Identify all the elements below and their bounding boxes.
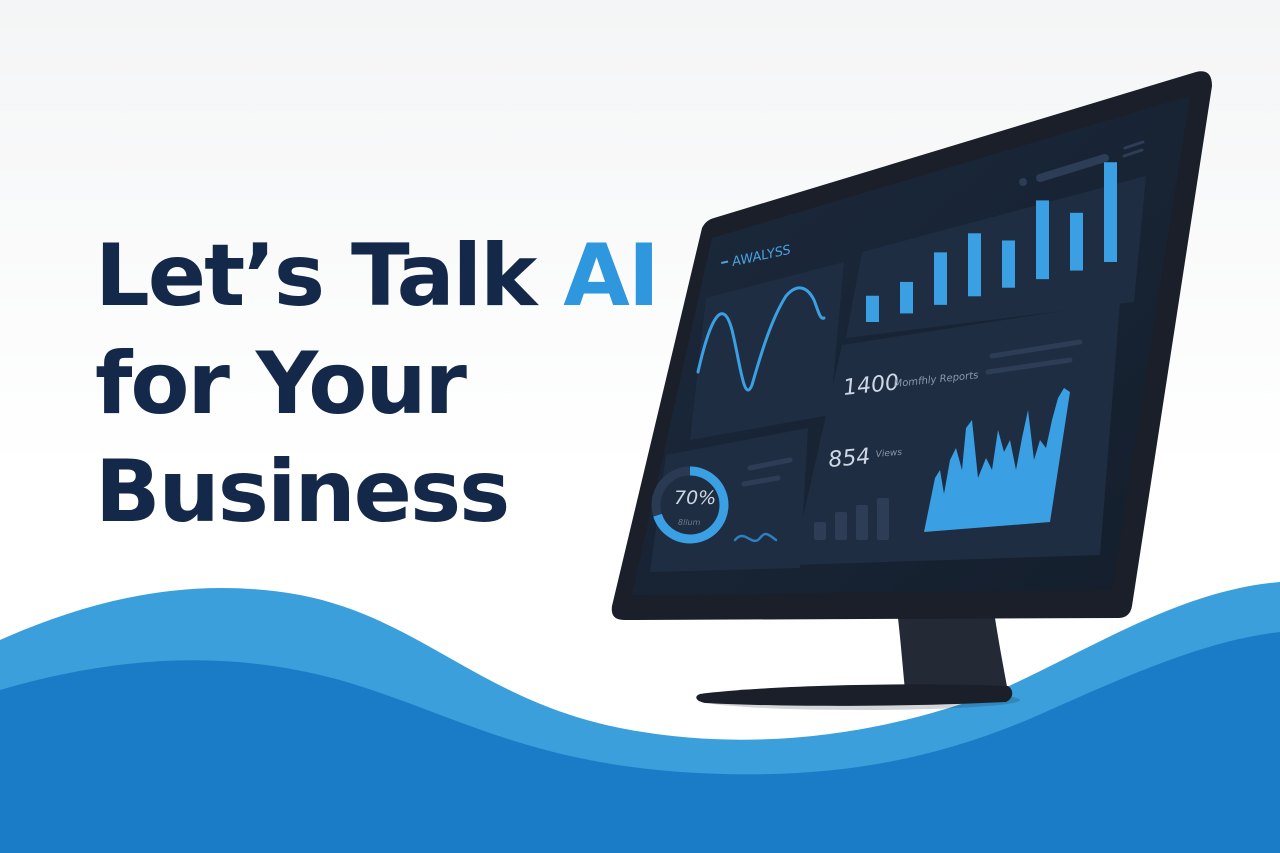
top-bar [934, 252, 947, 305]
monitor-stand-neck [898, 618, 1008, 692]
views-value: 854 [827, 444, 871, 473]
views-bar [877, 498, 889, 540]
top-bar [1104, 162, 1117, 262]
donut-value: 70% [674, 487, 716, 509]
wave-decoration [0, 582, 1280, 853]
top-bar [900, 281, 913, 314]
top-bar [1002, 240, 1015, 288]
monitor-stand-base [696, 684, 1013, 706]
monitor-icon: AWALYSS 70% 8llum 1400 Momfhly Reports 8… [611, 71, 1212, 710]
header-dot [1019, 178, 1027, 186]
top-bar [866, 295, 879, 322]
top-bar [1036, 200, 1049, 280]
illustration: AWALYSS 70% 8llum 1400 Momfhly Reports 8… [0, 71, 1280, 853]
donut-sublabel: 8llum [678, 518, 701, 527]
top-bar [968, 233, 981, 297]
views-bar [856, 505, 868, 540]
top-bar [1070, 212, 1083, 271]
views-bar [814, 522, 826, 540]
views-bar [835, 512, 847, 540]
